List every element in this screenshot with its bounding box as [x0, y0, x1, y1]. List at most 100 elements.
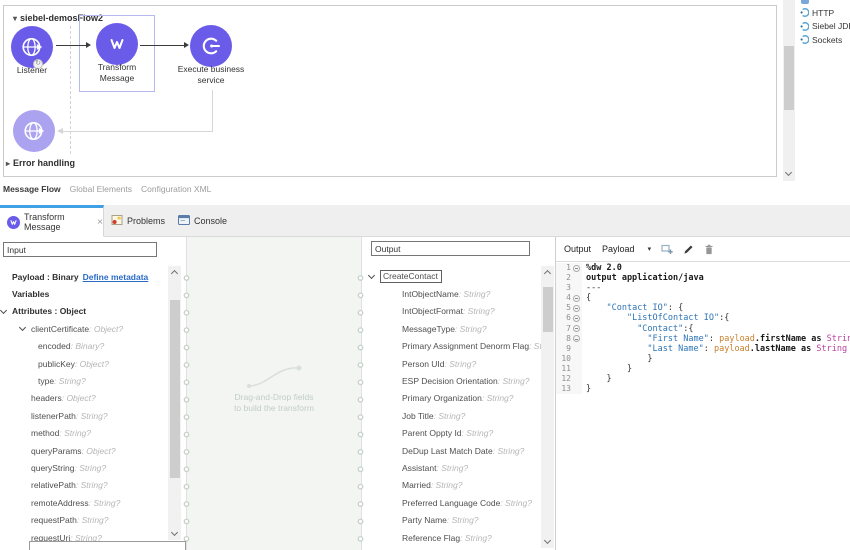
input-tree-row[interactable]: Attributes : Object: [0, 303, 168, 320]
input-tree-row[interactable]: Variables: [0, 285, 168, 302]
input-tree-field-type: : String?: [59, 428, 91, 438]
palette-item-label: Sockets: [812, 35, 842, 45]
input-tree-row[interactable]: queryParams : Object?: [0, 442, 168, 459]
palette-item[interactable]: Siebel JDB: [800, 20, 850, 34]
delete-trash-icon[interactable]: [704, 244, 714, 255]
code-token: :{: [719, 313, 729, 323]
scroll-down-icon[interactable]: [785, 169, 792, 176]
dataweave-code-area[interactable]: 1%dw 2.02output application/java3---4{5 …: [556, 263, 850, 550]
palette-item[interactable]: HTTP: [800, 6, 850, 20]
collapse-open-icon[interactable]: ▾: [13, 14, 17, 23]
output-tree-row[interactable]: Married : String?: [362, 477, 541, 494]
define-metadata-link[interactable]: Define metadata: [83, 272, 149, 282]
line-number: 10: [561, 354, 571, 364]
output-tree-row[interactable]: Person UId : String?: [362, 355, 541, 372]
input-tree-row[interactable]: headers : Object?: [0, 390, 168, 407]
tab-transform-message[interactable]: Transform Message ×: [0, 205, 104, 237]
tab-problems[interactable]: Problems: [111, 205, 165, 237]
output-tree-row[interactable]: MessageType : String?: [362, 320, 541, 337]
payload-selector[interactable]: Payload: [602, 244, 635, 254]
close-icon[interactable]: ×: [97, 217, 103, 228]
output-tree-row[interactable]: DeDup Last Match Date : String?: [362, 442, 541, 459]
output-tree-row[interactable]: ESP Decision Orientation : String?: [362, 372, 541, 389]
transform-message-node[interactable]: [96, 23, 138, 65]
fold-collapse-icon[interactable]: [573, 305, 580, 312]
error-scope-node[interactable]: [13, 110, 55, 152]
code-token: "Contact IO": [606, 303, 667, 313]
canvas-scrollbar[interactable]: [783, 0, 795, 181]
input-tree-row[interactable]: encoded : Binary?: [0, 338, 168, 355]
input-tree-row[interactable]: type : String?: [0, 372, 168, 389]
input-tree-field-name: Payload : Binary: [12, 272, 79, 282]
input-horizontal-scrollbar[interactable]: [29, 541, 186, 550]
globe-icon: [19, 34, 45, 60]
input-tree-scrollbar[interactable]: [168, 266, 181, 540]
input-tree-field-name: headers: [31, 393, 62, 403]
output-tree-row[interactable]: Parent Oppty Id : String?: [362, 425, 541, 442]
output-tree-row[interactable]: IntObjectFormat : String?: [362, 303, 541, 320]
output-tree-row[interactable]: Party Name : String?: [362, 511, 541, 528]
code-line: 12 }: [556, 374, 850, 384]
collapse-closed-icon[interactable]: ▸: [6, 159, 10, 168]
input-tree-row[interactable]: listenerPath : String?: [0, 407, 168, 424]
output-search-field[interactable]: [371, 241, 530, 256]
output-tree-row[interactable]: Primary Organization : String?: [362, 390, 541, 407]
input-tree-field-type: : String?: [89, 498, 121, 508]
input-tree-row[interactable]: requestPath : String?: [0, 511, 168, 528]
output-tree-row[interactable]: Reference Flag : String?: [362, 529, 541, 546]
tab-console[interactable]: Console: [178, 205, 227, 237]
code-gutter: 2: [556, 273, 582, 283]
return-connector-line: [63, 131, 213, 132]
output-tree-row[interactable]: Assistant : String?: [362, 459, 541, 476]
fold-collapse-icon[interactable]: [573, 325, 580, 332]
code-line: 3---: [556, 283, 850, 293]
palette-item[interactable]: Sockets: [800, 33, 850, 47]
scroll-up-icon[interactable]: [171, 270, 178, 277]
drag-curve-icon: [245, 360, 305, 395]
output-tree-row[interactable]: Primary Assignment Denorm Flag : String?: [362, 338, 541, 355]
input-tree-row[interactable]: queryString : String?: [0, 459, 168, 476]
scrollbar-thumb[interactable]: [543, 287, 553, 332]
chevron-down-icon[interactable]: [368, 272, 375, 279]
fold-collapse-icon[interactable]: [573, 335, 580, 342]
fold-collapse-icon[interactable]: [573, 315, 580, 322]
chevron-down-icon[interactable]: [19, 324, 26, 331]
line-number: 1: [566, 263, 571, 273]
fold-collapse-icon[interactable]: [573, 265, 580, 272]
output-tree-row[interactable]: IntObjectName : String?: [362, 285, 541, 302]
output-tree-field-type: : String?: [445, 359, 477, 369]
chevron-down-icon[interactable]: ▾: [648, 245, 652, 253]
scrollbar-thumb[interactable]: [170, 300, 180, 478]
scroll-down-icon[interactable]: [544, 537, 551, 544]
add-output-button[interactable]: [661, 244, 673, 255]
tab-global-elements[interactable]: Global Elements: [70, 184, 132, 194]
edit-pencil-icon[interactable]: [683, 244, 694, 255]
output-tree-row[interactable]: Preferred Language Code : String?: [362, 494, 541, 511]
chevron-down-icon[interactable]: [0, 307, 7, 314]
error-handling-section[interactable]: ▸Error handling: [6, 158, 75, 168]
input-tree-row[interactable]: clientCertificate : Object?: [0, 320, 168, 337]
output-tree-row[interactable]: Job Title : String?: [362, 407, 541, 424]
tab-message-flow[interactable]: Message Flow: [3, 184, 61, 194]
output-tree-field-name: Party Name: [402, 515, 447, 525]
code-token: : {: [668, 303, 683, 313]
output-tree-field-type: : String?: [462, 428, 494, 438]
input-tree-row[interactable]: publicKey : Object?: [0, 355, 168, 372]
input-tree-row[interactable]: remoteAddress : String?: [0, 494, 168, 511]
scroll-down-icon[interactable]: [171, 529, 178, 536]
input-tree-row[interactable]: Payload : Binary Define metadata: [0, 268, 168, 285]
execute-business-service-node[interactable]: [190, 25, 232, 67]
input-search-field[interactable]: [3, 242, 157, 257]
code-gutter: 9: [556, 344, 582, 354]
listener-node[interactable]: [11, 26, 53, 68]
output-tree-row[interactable]: CreateContact: [362, 268, 541, 285]
scrollbar-thumb[interactable]: [784, 46, 794, 110]
fold-collapse-icon[interactable]: [573, 295, 580, 302]
tab-configuration-xml[interactable]: Configuration XML: [141, 184, 211, 194]
input-tree-row[interactable]: method : String?: [0, 425, 168, 442]
input-tree-row[interactable]: relativePath : String?: [0, 477, 168, 494]
canvas-tab-strip: Message Flow Global Elements Configurati…: [0, 181, 795, 197]
code-token: payload: [714, 344, 750, 354]
output-tree-scrollbar[interactable]: [541, 266, 554, 548]
scroll-up-icon[interactable]: [544, 270, 551, 277]
